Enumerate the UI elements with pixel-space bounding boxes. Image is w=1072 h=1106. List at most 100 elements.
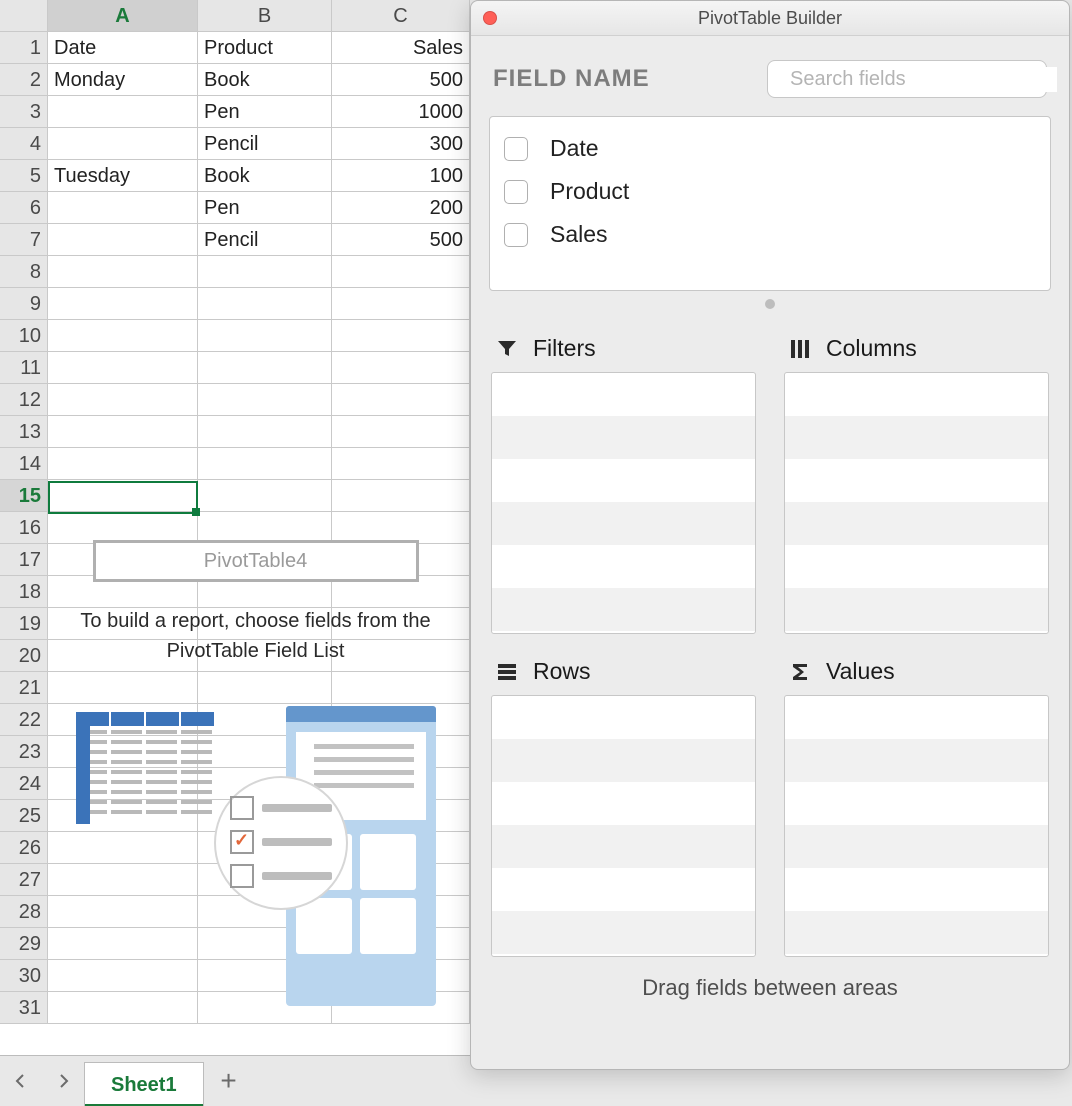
values-drop-area[interactable] — [784, 695, 1049, 957]
panel-resize-handle-icon[interactable] — [765, 299, 775, 309]
row-header[interactable]: 17 — [0, 544, 48, 576]
cell[interactable] — [198, 480, 332, 512]
cell[interactable] — [48, 224, 198, 256]
columns-drop-area[interactable] — [784, 372, 1049, 634]
search-input[interactable] — [788, 67, 1057, 92]
select-all-corner[interactable] — [0, 0, 48, 32]
field-checkbox[interactable] — [504, 223, 528, 247]
cell[interactable] — [198, 416, 332, 448]
close-window-icon[interactable] — [483, 11, 497, 25]
row-header[interactable]: 14 — [0, 448, 48, 480]
row-header[interactable]: 23 — [0, 736, 48, 768]
cell[interactable] — [332, 416, 470, 448]
cell[interactable]: 100 — [332, 160, 470, 192]
zone-values[interactable]: Values — [784, 652, 1049, 957]
cell[interactable] — [332, 352, 470, 384]
cell[interactable]: Tuesday — [48, 160, 198, 192]
row-header[interactable]: 6 — [0, 192, 48, 224]
cell[interactable] — [48, 320, 198, 352]
cell[interactable]: Product — [198, 32, 332, 64]
cell[interactable] — [48, 448, 198, 480]
cell[interactable]: Monday — [48, 64, 198, 96]
column-header-a[interactable]: A — [48, 0, 198, 32]
row-header[interactable]: 5 — [0, 160, 48, 192]
field-row[interactable]: Sales — [504, 213, 1036, 256]
row-header[interactable]: 24 — [0, 768, 48, 800]
cell[interactable] — [48, 288, 198, 320]
cell[interactable] — [332, 256, 470, 288]
cell[interactable] — [48, 480, 198, 512]
row-header[interactable]: 12 — [0, 384, 48, 416]
cell[interactable] — [48, 416, 198, 448]
cell[interactable] — [332, 448, 470, 480]
row-header[interactable]: 29 — [0, 928, 48, 960]
rows-drop-area[interactable] — [491, 695, 756, 957]
cell[interactable]: Book — [198, 64, 332, 96]
cell[interactable] — [198, 352, 332, 384]
cell[interactable] — [48, 128, 198, 160]
row-header[interactable]: 7 — [0, 224, 48, 256]
cell[interactable] — [48, 352, 198, 384]
cell[interactable] — [48, 192, 198, 224]
row-header[interactable]: 2 — [0, 64, 48, 96]
row-header[interactable]: 11 — [0, 352, 48, 384]
tab-next-button[interactable] — [42, 1056, 84, 1106]
cell[interactable] — [48, 96, 198, 128]
row-header[interactable]: 18 — [0, 576, 48, 608]
cell[interactable] — [48, 384, 198, 416]
cell[interactable]: Pen — [198, 192, 332, 224]
cell[interactable] — [48, 256, 198, 288]
field-row[interactable]: Date — [504, 127, 1036, 170]
cell[interactable] — [332, 288, 470, 320]
cell[interactable]: 300 — [332, 128, 470, 160]
cell[interactable] — [198, 288, 332, 320]
zone-rows[interactable]: Rows — [491, 652, 756, 957]
row-header[interactable]: 28 — [0, 896, 48, 928]
row-header[interactable]: 8 — [0, 256, 48, 288]
cell[interactable]: Book — [198, 160, 332, 192]
row-header[interactable]: 4 — [0, 128, 48, 160]
cell[interactable]: Pen — [198, 96, 332, 128]
cell[interactable]: 500 — [332, 224, 470, 256]
row-header[interactable]: 31 — [0, 992, 48, 1024]
row-header[interactable]: 21 — [0, 672, 48, 704]
cell[interactable]: 500 — [332, 64, 470, 96]
cell[interactable] — [332, 384, 470, 416]
row-header[interactable]: 22 — [0, 704, 48, 736]
cell[interactable] — [198, 320, 332, 352]
cell[interactable] — [332, 320, 470, 352]
add-sheet-button[interactable]: + — [204, 1056, 254, 1106]
cell[interactable]: 200 — [332, 192, 470, 224]
row-header[interactable]: 3 — [0, 96, 48, 128]
filters-drop-area[interactable] — [491, 372, 756, 634]
field-checkbox[interactable] — [504, 137, 528, 161]
tab-prev-button[interactable] — [0, 1056, 42, 1106]
row-header[interactable]: 9 — [0, 288, 48, 320]
row-header[interactable]: 13 — [0, 416, 48, 448]
cell[interactable]: Pencil — [198, 128, 332, 160]
row-header[interactable]: 30 — [0, 960, 48, 992]
cell[interactable] — [198, 384, 332, 416]
row-header[interactable]: 15 — [0, 480, 48, 512]
field-checkbox[interactable] — [504, 180, 528, 204]
row-header[interactable]: 10 — [0, 320, 48, 352]
panel-titlebar[interactable]: PivotTable Builder — [471, 1, 1069, 36]
field-row[interactable]: Product — [504, 170, 1036, 213]
cell[interactable] — [198, 448, 332, 480]
field-list[interactable]: DateProductSales — [489, 116, 1051, 291]
row-header[interactable]: 27 — [0, 864, 48, 896]
cell[interactable] — [198, 256, 332, 288]
sheet-tab-active[interactable]: Sheet1 — [84, 1062, 204, 1106]
search-fields-box[interactable] — [767, 60, 1047, 98]
cell[interactable]: Date — [48, 32, 198, 64]
row-header[interactable]: 19 — [0, 608, 48, 640]
cell[interactable]: 1000 — [332, 96, 470, 128]
row-header[interactable]: 26 — [0, 832, 48, 864]
column-header-b[interactable]: B — [198, 0, 332, 32]
cell[interactable]: Pencil — [198, 224, 332, 256]
row-header[interactable]: 1 — [0, 32, 48, 64]
zone-columns[interactable]: Columns — [784, 329, 1049, 634]
cell[interactable] — [332, 480, 470, 512]
row-header[interactable]: 16 — [0, 512, 48, 544]
column-header-c[interactable]: C — [332, 0, 470, 32]
